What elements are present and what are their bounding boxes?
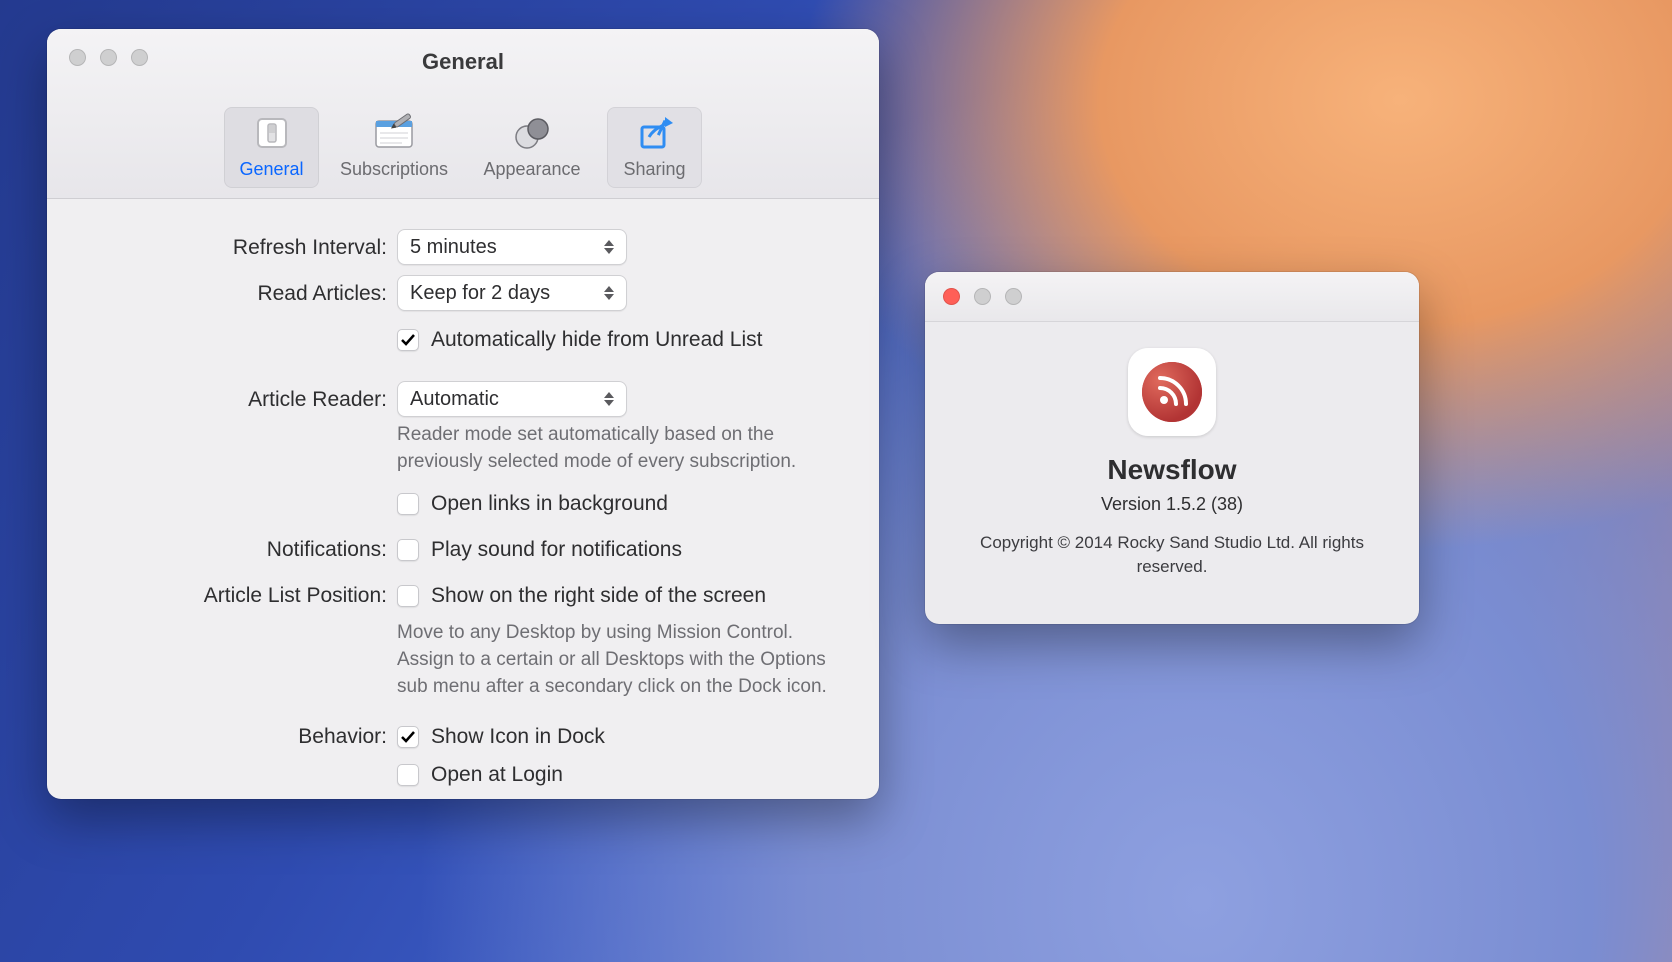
- refresh-interval-value: 5 minutes: [410, 236, 497, 259]
- play-sound-label: Play sound for notifications: [431, 535, 682, 565]
- tab-sharing[interactable]: Sharing: [607, 107, 702, 188]
- article-reader-popup[interactable]: Automatic: [397, 381, 627, 417]
- about-titlebar: [925, 272, 1419, 322]
- open-links-background-label: Open links in background: [431, 489, 668, 519]
- open-at-login-checkbox[interactable]: Open at Login: [397, 760, 563, 790]
- read-articles-popup[interactable]: Keep for 2 days: [397, 275, 627, 311]
- stepper-icon: [602, 392, 616, 406]
- read-articles-value: Keep for 2 days: [410, 282, 550, 305]
- minimize-button[interactable]: [974, 288, 991, 305]
- show-right-label: Show on the right side of the screen: [431, 581, 766, 611]
- label-read-articles: Read Articles:: [97, 275, 397, 313]
- notepad-icon: [372, 111, 416, 155]
- label-refresh-interval: Refresh Interval:: [97, 229, 397, 267]
- stepper-icon: [602, 286, 616, 300]
- show-right-checkbox[interactable]: Show on the right side of the screen: [397, 581, 766, 611]
- checkbox-icon: [397, 329, 419, 351]
- app-version: Version 1.5.2 (38): [925, 494, 1419, 515]
- checkbox-icon: [397, 764, 419, 786]
- tab-appearance[interactable]: Appearance: [469, 107, 595, 188]
- tab-sharing-label: Sharing: [607, 159, 702, 180]
- close-button[interactable]: [943, 288, 960, 305]
- window-title: General: [47, 49, 879, 75]
- preferences-body: Refresh Interval: 5 minutes Read Article…: [47, 199, 879, 799]
- label-behavior: Behavior:: [97, 718, 397, 756]
- show-dock-icon-checkbox[interactable]: Show Icon in Dock: [397, 722, 605, 752]
- refresh-interval-popup[interactable]: 5 minutes: [397, 229, 627, 265]
- open-at-login-label: Open at Login: [431, 760, 563, 790]
- article-reader-hint: Reader mode set automatically based on t…: [397, 421, 829, 475]
- checkbox-icon: [397, 726, 419, 748]
- list-position-hint: Move to any Desktop by using Mission Con…: [397, 619, 829, 700]
- tab-general[interactable]: General: [224, 107, 319, 188]
- tab-general-label: General: [224, 159, 319, 180]
- article-reader-value: Automatic: [410, 388, 499, 411]
- app-icon: [1128, 348, 1216, 436]
- label-article-reader: Article Reader:: [97, 381, 397, 419]
- checkbox-icon: [397, 493, 419, 515]
- share-icon: [633, 111, 677, 155]
- label-notifications: Notifications:: [97, 531, 397, 569]
- traffic-lights: [943, 288, 1022, 305]
- tab-subscriptions[interactable]: Subscriptions: [331, 107, 457, 188]
- tab-subscriptions-label: Subscriptions: [331, 159, 457, 180]
- about-window: Newsflow Version 1.5.2 (38) Copyright © …: [925, 272, 1419, 624]
- about-body: Newsflow Version 1.5.2 (38) Copyright © …: [925, 322, 1419, 579]
- stepper-icon: [602, 240, 616, 254]
- label-article-list-position: Article List Position:: [97, 577, 397, 615]
- circles-icon: [510, 111, 554, 155]
- checkbox-icon: [397, 539, 419, 561]
- show-dock-icon-label: Show Icon in Dock: [431, 722, 605, 752]
- tab-appearance-label: Appearance: [469, 159, 595, 180]
- app-copyright: Copyright © 2014 Rocky Sand Studio Ltd. …: [925, 531, 1419, 579]
- switch-icon: [250, 111, 294, 155]
- auto-hide-label: Automatically hide from Unread List: [431, 325, 762, 355]
- checkbox-icon: [397, 585, 419, 607]
- auto-hide-checkbox[interactable]: Automatically hide from Unread List: [397, 325, 762, 355]
- preferences-titlebar: General General: [47, 29, 879, 199]
- zoom-button[interactable]: [1005, 288, 1022, 305]
- play-sound-checkbox[interactable]: Play sound for notifications: [397, 535, 682, 565]
- open-links-background-checkbox[interactable]: Open links in background: [397, 489, 668, 519]
- app-name: Newsflow: [925, 454, 1419, 486]
- preferences-window: General General: [47, 29, 879, 799]
- preferences-toolbar: General Subscrip: [47, 107, 879, 188]
